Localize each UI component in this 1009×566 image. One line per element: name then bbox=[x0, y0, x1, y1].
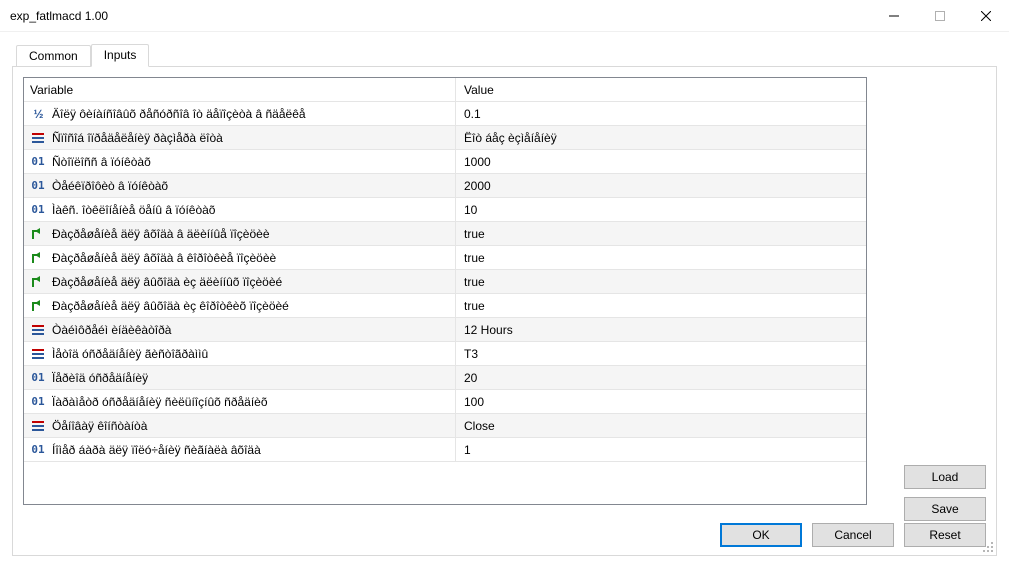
enum-icon bbox=[30, 322, 46, 338]
tabstrip: Common Inputs bbox=[16, 42, 997, 66]
cell-variable: Öåíîâàÿ êîíñòàíòà bbox=[24, 414, 456, 437]
table-header-row: Variable Value bbox=[24, 78, 866, 102]
bool-icon bbox=[30, 274, 46, 290]
cell-variable: 01 Ïàðàìåòð óñðåäíåíèÿ ñèëüíîçíûõ ñðåäíèõ bbox=[24, 390, 456, 413]
int-icon: 01 bbox=[30, 394, 46, 410]
cell-value[interactable]: 10 bbox=[456, 198, 866, 221]
close-button[interactable] bbox=[963, 0, 1009, 32]
cell-variable: Ñïîñîá îïðåäåëåíèÿ ðàçìåðà ëîòà bbox=[24, 126, 456, 149]
cell-value[interactable]: T3 bbox=[456, 342, 866, 365]
cell-value[interactable]: 12 Hours bbox=[456, 318, 866, 341]
cancel-button[interactable]: Cancel bbox=[812, 523, 894, 547]
tab-inputs[interactable]: Inputs bbox=[91, 44, 150, 67]
table-row[interactable]: Ñïîñîá îïðåäåëåíèÿ ðàçìåðà ëîòà Ëîò áåç è… bbox=[24, 126, 866, 150]
maximize-button[interactable] bbox=[917, 0, 963, 32]
table-row[interactable]: Ðàçðåøåíèå äëÿ âõîäà â êîðîòêèå ïîçèöèè t… bbox=[24, 246, 866, 270]
variable-label: Ðàçðåøåíèå äëÿ âûõîäà èç äëèííûõ ïîçèöèé bbox=[52, 275, 282, 289]
variable-label: Ðàçðåøåíèå äëÿ âõîäà â äëèííûå ïîçèöèè bbox=[52, 227, 270, 241]
cell-variable: Ðàçðåøåíèå äëÿ âûõîäà èç êîðîòêèõ ïîçèöè… bbox=[24, 294, 456, 317]
window-title: exp_fatlmacd 1.00 bbox=[10, 9, 871, 23]
cell-value[interactable]: true bbox=[456, 222, 866, 245]
int-icon: 01 bbox=[30, 154, 46, 170]
table-row[interactable]: Ìåòîä óñðåäíåíèÿ ãèñòîãðàììû T3 bbox=[24, 342, 866, 366]
cell-value[interactable]: 1000 bbox=[456, 150, 866, 173]
cell-variable: Ðàçðåøåíèå äëÿ âõîäà â êîðîòêèå ïîçèöèè bbox=[24, 246, 456, 269]
table-row[interactable]: 01 Òåéêïðîôèò â ïóíêòàõ 2000 bbox=[24, 174, 866, 198]
cell-variable: Ðàçðåøåíèå äëÿ âûõîäà èç äëèííûõ ïîçèöèé bbox=[24, 270, 456, 293]
tab-panel: Variable Value ½ Äîëÿ ôèíàíñîâûõ ðåñóðñîâ… bbox=[12, 66, 997, 556]
cell-value[interactable]: true bbox=[456, 270, 866, 293]
variable-label: Ñïîñîá îïðåäåëåíèÿ ðàçìåðà ëîòà bbox=[52, 131, 223, 145]
column-header-value[interactable]: Value bbox=[456, 78, 866, 101]
cell-variable: 01 Íîìåð áàðà äëÿ ïîëó÷åíèÿ ñèãíàëà âõîäà bbox=[24, 438, 456, 461]
cell-value[interactable]: true bbox=[456, 246, 866, 269]
table-row[interactable]: Öåíîâàÿ êîíñòàíòà Close bbox=[24, 414, 866, 438]
cell-value[interactable]: 0.1 bbox=[456, 102, 866, 125]
column-header-variable[interactable]: Variable bbox=[24, 78, 456, 101]
cell-value[interactable]: Close bbox=[456, 414, 866, 437]
enum-icon bbox=[30, 346, 46, 362]
cell-variable: 01 Ìàêñ. îòêëîíåíèå öåíû â ïóíêòàõ bbox=[24, 198, 456, 221]
enum-icon bbox=[30, 130, 46, 146]
titlebar: exp_fatlmacd 1.00 bbox=[0, 0, 1009, 32]
int-icon: 01 bbox=[30, 202, 46, 218]
table-row[interactable]: Ðàçðåøåíèå äëÿ âûõîäà èç êîðîòêèõ ïîçèöè… bbox=[24, 294, 866, 318]
resize-grip[interactable] bbox=[982, 541, 994, 553]
cell-value[interactable]: 20 bbox=[456, 366, 866, 389]
variable-label: Ðàçðåøåíèå äëÿ âûõîäà èç êîðîòêèõ ïîçèöè… bbox=[52, 299, 289, 313]
variable-label: Òåéêïðîôèò â ïóíêòàõ bbox=[52, 179, 168, 193]
table-row[interactable]: 01 Ïàðàìåòð óñðåäíåíèÿ ñèëüíîçíûõ ñðåäíèõ… bbox=[24, 390, 866, 414]
cell-variable: 01 Ïåðèîä óñðåäíåíèÿ bbox=[24, 366, 456, 389]
bool-icon bbox=[30, 226, 46, 242]
save-button[interactable]: Save bbox=[904, 497, 986, 521]
cell-variable: Òàéìôðåéì èíäèêàòîðà bbox=[24, 318, 456, 341]
cell-variable: Ðàçðåøåíèå äëÿ âõîäà â äëèííûå ïîçèöèè bbox=[24, 222, 456, 245]
variable-label: Äîëÿ ôèíàíñîâûõ ðåñóðñîâ îò äåïîçèòà â ñ… bbox=[52, 107, 306, 121]
variable-label: Òàéìôðåéì èíäèêàòîðà bbox=[52, 323, 171, 337]
cell-variable: ½ Äîëÿ ôèíàíñîâûõ ðåñóðñîâ îò äåïîçèòà â … bbox=[24, 102, 456, 125]
table-row[interactable]: ½ Äîëÿ ôèíàíñîâûõ ðåñóðñîâ îò äåïîçèòà â … bbox=[24, 102, 866, 126]
cell-variable: 01 Ñòîïëîññ â ïóíêòàõ bbox=[24, 150, 456, 173]
int-icon: 01 bbox=[30, 370, 46, 386]
ok-button[interactable]: OK bbox=[720, 523, 802, 547]
minimize-button[interactable] bbox=[871, 0, 917, 32]
cell-value[interactable]: Ëîò áåç èçìåíåíèÿ bbox=[456, 126, 866, 149]
int-icon: 01 bbox=[30, 442, 46, 458]
bool-icon bbox=[30, 298, 46, 314]
table-row[interactable]: 01 Ñòîïëîññ â ïóíêòàõ 1000 bbox=[24, 150, 866, 174]
bool-icon bbox=[30, 250, 46, 266]
variable-label: Ñòîïëîññ â ïóíêòàõ bbox=[52, 155, 151, 169]
window-controls bbox=[871, 0, 1009, 32]
table-row[interactable]: Ðàçðåøåíèå äëÿ âûõîäà èç äëèííûõ ïîçèöèé… bbox=[24, 270, 866, 294]
cell-value[interactable]: 2000 bbox=[456, 174, 866, 197]
reset-button[interactable]: Reset bbox=[904, 523, 986, 547]
table-body: ½ Äîëÿ ôèíàíñîâûõ ðåñóðñîâ îò äåïîçèòà â … bbox=[24, 102, 866, 462]
fraction-icon: ½ bbox=[30, 106, 46, 122]
table-row[interactable]: 01 Íîìåð áàðà äëÿ ïîëó÷åíèÿ ñèãíàëà âõîäà… bbox=[24, 438, 866, 462]
cell-value[interactable]: 100 bbox=[456, 390, 866, 413]
variable-label: Öåíîâàÿ êîíñòàíòà bbox=[52, 419, 147, 433]
cell-value[interactable]: 1 bbox=[456, 438, 866, 461]
variable-label: Ìàêñ. îòêëîíåíèå öåíû â ïóíêòàõ bbox=[52, 203, 215, 217]
variable-label: Ìåòîä óñðåäíåíèÿ ãèñòîãðàììû bbox=[52, 347, 208, 361]
variable-label: Ïåðèîä óñðåäíåíèÿ bbox=[52, 371, 148, 385]
table-row[interactable]: 01 Ïåðèîä óñðåäíåíèÿ 20 bbox=[24, 366, 866, 390]
cell-value[interactable]: true bbox=[456, 294, 866, 317]
load-button[interactable]: Load bbox=[904, 465, 986, 489]
client-area: Common Inputs Variable Value ½ Äîëÿ ôèíàí… bbox=[0, 32, 1009, 566]
tab-common[interactable]: Common bbox=[16, 45, 91, 67]
table-row[interactable]: Òàéìôðåéì èíäèêàòîðà 12 Hours bbox=[24, 318, 866, 342]
int-icon: 01 bbox=[30, 178, 46, 194]
cell-variable: Ìåòîä óñðåäíåíèÿ ãèñòîãðàììû bbox=[24, 342, 456, 365]
inputs-table[interactable]: Variable Value ½ Äîëÿ ôèíàíñîâûõ ðåñóðñîâ… bbox=[23, 77, 867, 505]
variable-label: Ïàðàìåòð óñðåäíåíèÿ ñèëüíîçíûõ ñðåäíèõ bbox=[52, 395, 268, 409]
cell-variable: 01 Òåéêïðîôèò â ïóíêòàõ bbox=[24, 174, 456, 197]
side-buttons: Load Save bbox=[904, 465, 986, 521]
enum-icon bbox=[30, 418, 46, 434]
dialog-buttons: OK Cancel Reset bbox=[720, 523, 986, 547]
variable-label: Ðàçðåøåíèå äëÿ âõîäà â êîðîòêèå ïîçèöèè bbox=[52, 251, 276, 265]
table-row[interactable]: Ðàçðåøåíèå äëÿ âõîäà â äëèííûå ïîçèöèè tr… bbox=[24, 222, 866, 246]
table-row[interactable]: 01 Ìàêñ. îòêëîíåíèå öåíû â ïóíêòàõ 10 bbox=[24, 198, 866, 222]
variable-label: Íîìåð áàðà äëÿ ïîëó÷åíèÿ ñèãíàëà âõîäà bbox=[52, 443, 261, 457]
